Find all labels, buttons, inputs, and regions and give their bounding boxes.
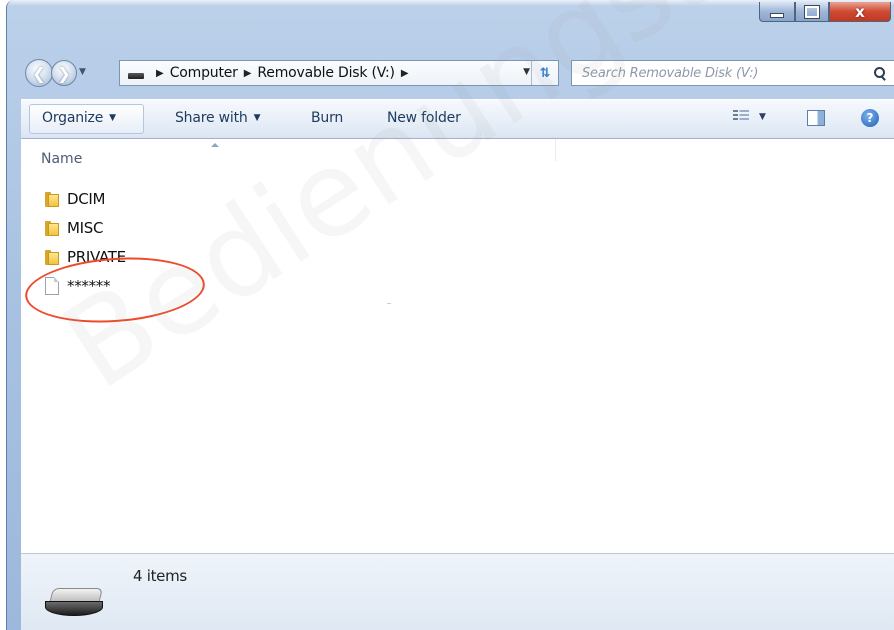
file-list: Name DCIM MISC PRIVATE ****** [21, 139, 894, 553]
maximize-icon [804, 4, 820, 19]
chevron-down-icon: ▼ [253, 113, 261, 123]
share-with-button[interactable]: Share with ▼ [175, 110, 260, 126]
minimize-button[interactable] [759, 2, 795, 22]
search-box[interactable]: Search Removable Disk (V:) [571, 60, 894, 86]
list-item[interactable]: MISC [45, 216, 103, 240]
breadcrumb-computer[interactable]: Computer [170, 65, 238, 81]
forward-button[interactable]: ❯ [51, 60, 77, 86]
help-icon[interactable]: ? [861, 109, 879, 127]
removable-drive-icon [45, 588, 105, 616]
minimize-icon [770, 12, 784, 18]
folder-icon [45, 191, 59, 207]
refresh-icon: ⇅ [539, 65, 551, 81]
folder-icon [45, 220, 59, 236]
organize-label: Organize [42, 110, 104, 126]
back-button[interactable]: ❮ [25, 59, 53, 87]
back-arrow-icon: ❮ [32, 63, 46, 83]
sort-arrow-icon [211, 143, 219, 147]
forward-arrow-icon: ❯ [57, 63, 71, 83]
search-icon[interactable] [874, 67, 886, 79]
view-options-icon[interactable] [733, 110, 749, 124]
refresh-button[interactable]: ⇅ [531, 61, 558, 85]
preview-pane-icon[interactable] [807, 110, 825, 126]
organize-button[interactable]: Organize ▼ [29, 104, 144, 134]
list-item[interactable]: DCIM [45, 187, 106, 211]
explorer-window: x ❮ ❯ ▼ ▶ Computer ▶ Removable Disk (V:)… [6, 0, 894, 630]
burn-button[interactable]: Burn [311, 110, 343, 126]
address-bar[interactable]: ▶ Computer ▶ Removable Disk (V:) ▶ ▼ ⇅ [119, 60, 559, 86]
breadcrumb-separator-icon[interactable]: ▶ [156, 68, 164, 79]
maximize-button[interactable] [795, 2, 829, 22]
close-button[interactable]: x [829, 2, 891, 22]
chevron-down-icon: ▼ [109, 113, 116, 123]
stray-mark [387, 303, 391, 304]
details-pane: 4 items [21, 553, 894, 630]
close-icon: x [855, 2, 865, 21]
search-input[interactable]: Search Removable Disk (V:) [572, 66, 874, 81]
breadcrumb-separator-icon[interactable]: ▶ [401, 68, 409, 79]
item-name: DCIM [67, 190, 106, 208]
command-bar: Organize ▼ Share with ▼ Burn New folder ▼ … [21, 99, 894, 139]
column-header-name[interactable]: Name [41, 151, 82, 167]
recent-pages-dropdown[interactable]: ▼ [79, 67, 86, 77]
column-divider[interactable] [555, 139, 556, 161]
address-dropdown-icon[interactable]: ▼ [523, 67, 530, 77]
share-with-label: Share with [175, 110, 248, 126]
breadcrumb-separator-icon[interactable]: ▶ [244, 68, 252, 79]
chevron-down-icon[interactable]: ▼ [759, 112, 766, 122]
folder-icon [45, 249, 59, 265]
drive-icon [128, 73, 144, 79]
breadcrumb-removable-disk[interactable]: Removable Disk (V:) [257, 65, 395, 81]
item-count: 4 items [133, 567, 187, 585]
item-name: MISC [67, 219, 104, 237]
new-folder-button[interactable]: New folder [387, 110, 461, 126]
